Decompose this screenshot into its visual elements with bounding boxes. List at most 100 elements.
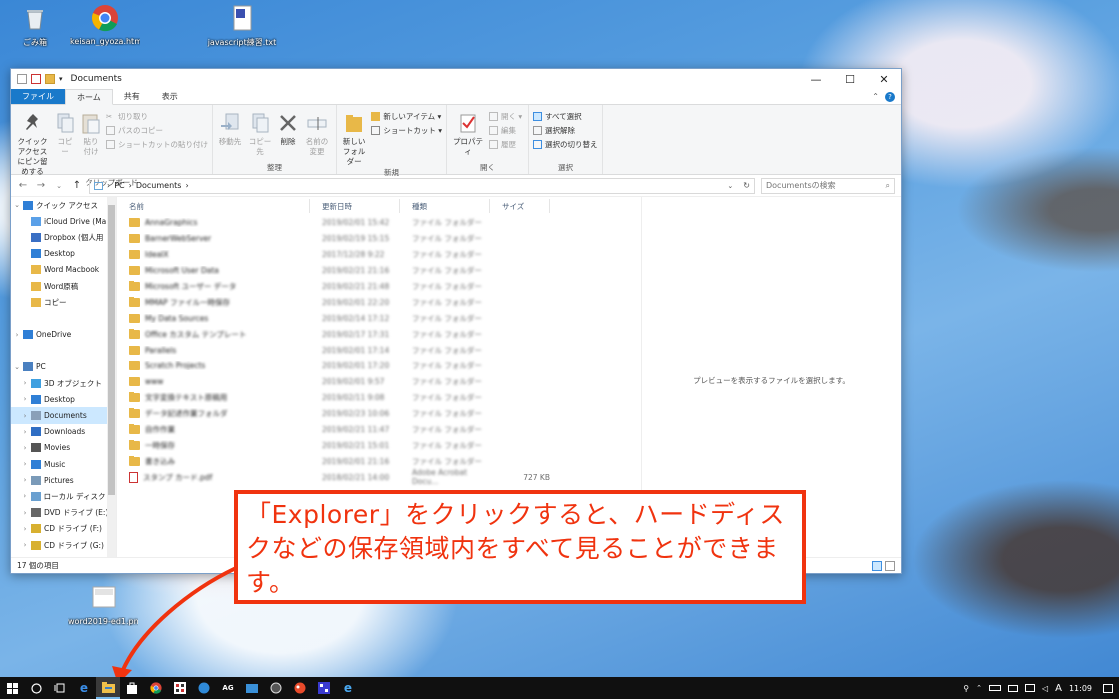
desktop-icon-chrome-shortcut[interactable]: keisan_gyoza.html xyxy=(70,4,140,46)
search-box[interactable]: ⌕ xyxy=(761,177,895,194)
up-arrow-icon[interactable]: ↑ xyxy=(71,180,83,191)
easy-access-button[interactable]: ショートカット ▾ xyxy=(371,125,442,136)
desktop-icon-png-file[interactable]: word2019-ed1.png xyxy=(68,584,138,626)
ribbon-collapse-chevron-icon[interactable]: ⌃ xyxy=(872,92,879,101)
file-row[interactable]: 書き込み 2019/02/01 21:16 ファイル フォルダー xyxy=(117,453,637,469)
tab-home[interactable]: ホーム xyxy=(65,89,113,105)
nav-item[interactable]: Word Macbook xyxy=(11,262,116,278)
copy-path-button[interactable]: パスのコピー xyxy=(106,125,208,136)
expand-right-icon[interactable]: › xyxy=(19,476,31,484)
taskbar-checker-app-button[interactable] xyxy=(312,677,336,699)
clock[interactable]: 11:09 xyxy=(1069,684,1092,693)
storage-icon[interactable] xyxy=(1007,684,1018,692)
taskbar-ie-button[interactable]: e xyxy=(336,677,360,699)
open-button[interactable]: 開く ▾ xyxy=(489,111,522,122)
nav-scrollbar-thumb[interactable] xyxy=(108,205,115,495)
tab-share[interactable]: 共有 xyxy=(113,89,151,104)
file-row[interactable]: 一時保存 2019/02/21 15:01 ファイル フォルダー xyxy=(117,437,637,453)
nav-item[interactable]: iCloud Drive (Ma xyxy=(11,213,116,229)
taskbar-grid-app-button[interactable] xyxy=(168,677,192,699)
paste-button[interactable]: 貼り付け xyxy=(80,107,102,177)
history-button[interactable]: 履歴 xyxy=(489,139,522,150)
properties-button[interactable]: プロパティ xyxy=(451,107,485,162)
notifications-icon[interactable] xyxy=(1103,683,1113,693)
cut-button[interactable]: ✂ 切り取り xyxy=(106,111,208,122)
new-item-button[interactable]: 新しいアイテム ▾ xyxy=(371,111,442,122)
close-button[interactable]: ✕ xyxy=(867,69,901,89)
file-row[interactable]: 自作作業 2019/02/21 11:47 ファイル フォルダー xyxy=(117,422,637,438)
expand-down-icon[interactable]: ⌄ xyxy=(11,363,23,371)
task-view-button[interactable] xyxy=(48,677,72,699)
column-header-date[interactable]: 更新日時 xyxy=(310,199,400,213)
nav-item[interactable]: Desktop xyxy=(11,246,116,262)
nav-scrollbar[interactable] xyxy=(107,197,116,563)
expand-right-icon[interactable]: › xyxy=(19,379,31,387)
column-header-size[interactable]: サイズ xyxy=(490,199,550,213)
file-row[interactable]: Office カスタム テンプレート 2019/02/17 17:31 ファイル フ… xyxy=(117,326,637,342)
people-icon[interactable]: ⚲ xyxy=(963,684,969,693)
expand-right-icon[interactable]: › xyxy=(19,492,31,500)
file-row[interactable]: Scratch Projects 2019/02/01 17:20 ファイル フォル… xyxy=(117,358,637,374)
nav-item[interactable]: ⌄ クイック アクセス xyxy=(11,197,116,213)
expand-right-icon[interactable]: › xyxy=(19,428,31,436)
help-icon[interactable]: ? xyxy=(885,91,895,102)
file-row[interactable]: My Data Sources 2019/02/14 17:12 ファイル フォルダ… xyxy=(117,310,637,326)
column-header-type[interactable]: 種類 xyxy=(400,199,490,213)
file-row[interactable]: www 2019/02/01 9:57 ファイル フォルダー xyxy=(117,374,637,390)
file-row[interactable]: AnnaGraphics 2019/02/01 15:42 ファイル フォルダー xyxy=(117,215,637,231)
nav-item[interactable]: › CD ドライブ (F:) xyxy=(11,521,116,537)
nav-item[interactable]: › Documents xyxy=(11,407,116,424)
volume-icon[interactable]: ◁ xyxy=(1042,684,1048,693)
breadcrumb-documents[interactable]: Documents xyxy=(136,181,182,190)
select-all-button[interactable]: すべて選択 xyxy=(533,111,598,122)
nav-item[interactable]: › OneDrive xyxy=(11,327,116,343)
nav-item[interactable]: › 3D オブジェクト xyxy=(11,375,116,391)
address-box[interactable]: › PC › Documents › ⌄ ↻ xyxy=(89,177,755,194)
copy-button[interactable]: コピー xyxy=(54,107,76,177)
file-row[interactable]: BarnerWebServer 2019/02/19 15:15 ファイル フォルダ… xyxy=(117,231,637,247)
battery-icon[interactable] xyxy=(988,685,1001,691)
taskbar-file-explorer-button[interactable] xyxy=(96,677,120,699)
edit-button[interactable]: 編集 xyxy=(489,125,522,136)
nav-item[interactable]: › ローカル ディスク (C xyxy=(11,488,116,504)
file-row[interactable]: 文字変換テキスト原稿用 2019/02/11 9:08 ファイル フォルダー xyxy=(117,390,637,406)
search-input[interactable] xyxy=(766,181,886,190)
expand-right-icon[interactable]: › xyxy=(19,395,31,403)
nav-item[interactable]: Word原稿 xyxy=(11,278,116,294)
nav-item[interactable]: › Music xyxy=(11,456,116,472)
customize-toolbar-chevron-icon[interactable]: ▾ xyxy=(59,75,63,83)
taskbar-photo-button[interactable] xyxy=(264,677,288,699)
recent-chevron-icon[interactable]: ⌄ xyxy=(53,182,65,190)
expand-down-icon[interactable]: ⌄ xyxy=(11,201,23,209)
window-menu-icon[interactable] xyxy=(17,74,27,84)
copy-to-button[interactable]: コピー先 xyxy=(247,107,273,162)
expand-right-icon[interactable]: › xyxy=(19,444,31,452)
file-row[interactable]: Microsoft User Data 2019/02/21 21:16 ファイル … xyxy=(117,263,637,279)
file-row[interactable]: Parallels 2019/02/01 17:14 ファイル フォルダー xyxy=(117,342,637,358)
nav-item[interactable]: › DVD ドライブ (E:) C xyxy=(11,505,116,521)
search-icon[interactable]: ⌕ xyxy=(886,181,890,191)
taskbar-ag-app-button[interactable]: AG xyxy=(216,677,240,699)
expand-right-icon[interactable]: › xyxy=(19,460,31,468)
file-row[interactable]: スタンプ カード.pdf 2018/02/21 14:00 Adobe Acroba… xyxy=(117,468,637,486)
nav-item[interactable]: コピー xyxy=(11,294,116,310)
tray-chevron-icon[interactable]: ⌃ xyxy=(976,684,982,692)
taskbar-edge-button[interactable]: e xyxy=(72,677,96,699)
file-row[interactable]: データ記述作業フォルダ 2019/02/23 10:06 ファイル フォルダー xyxy=(117,406,637,422)
large-icons-view-icon[interactable] xyxy=(885,560,895,571)
desktop-icon-recycle-bin[interactable]: ごみ箱 xyxy=(0,4,70,48)
forward-arrow-icon[interactable]: → xyxy=(35,180,47,191)
expand-right-icon[interactable]: › xyxy=(19,541,31,549)
network-icon[interactable] xyxy=(1024,684,1035,692)
expand-right-icon[interactable]: › xyxy=(19,525,31,533)
taskbar-edge-alt-button[interactable] xyxy=(192,677,216,699)
minimize-button[interactable]: — xyxy=(799,69,833,89)
nav-item[interactable]: › Downloads xyxy=(11,424,116,440)
file-row[interactable]: Microsoft ユーザー データ 2019/02/21 21:48 ファイル フ… xyxy=(117,279,637,295)
start-button[interactable] xyxy=(0,677,24,699)
nav-item[interactable]: ⌄ PC xyxy=(11,359,116,375)
properties-quick-icon[interactable] xyxy=(31,74,41,84)
expand-right-icon[interactable]: › xyxy=(19,509,31,517)
tab-file[interactable]: ファイル xyxy=(11,89,65,104)
taskbar-mail-button[interactable] xyxy=(240,677,264,699)
